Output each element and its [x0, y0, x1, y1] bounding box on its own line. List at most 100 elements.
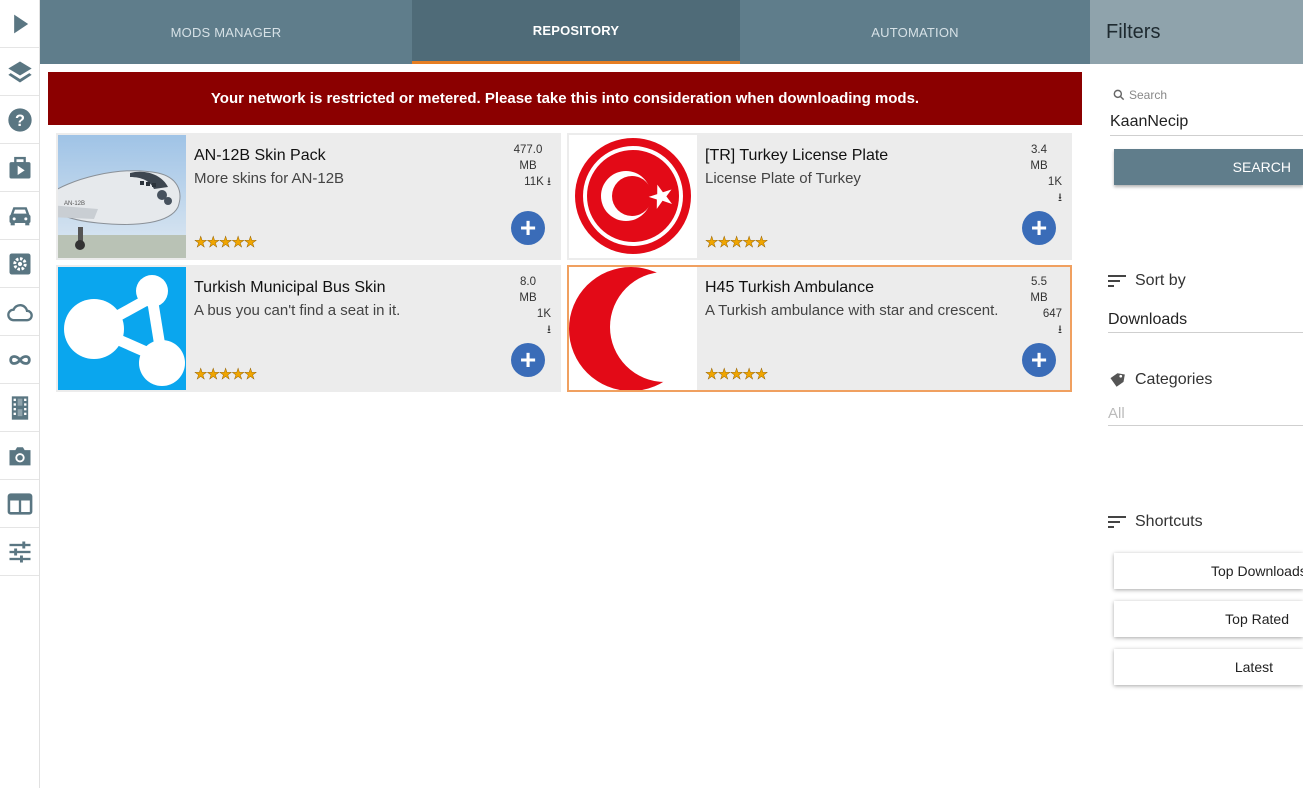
share-graph-thumbnail — [58, 267, 186, 390]
shortcut-label: Top Rated — [1225, 611, 1289, 627]
tab-bar: MODS MANAGER REPOSITORY AUTOMATION — [40, 0, 1090, 64]
filters-panel: Filters Search KaanNecip SEARCH Sort by … — [1090, 0, 1303, 788]
mod-downloads: 1K — [536, 308, 551, 320]
rail-vehicles[interactable] — [0, 192, 39, 240]
rail-help[interactable]: ? — [0, 96, 39, 144]
sort-by-label-row: Sort by — [1108, 272, 1186, 290]
mod-title: H45 Turkish Ambulance — [705, 279, 874, 296]
sort-icon — [1108, 275, 1126, 287]
sort-by-label: Sort by — [1135, 272, 1186, 289]
shortcut-top-downloads-button[interactable]: Top Downloads — [1114, 553, 1303, 589]
mod-stats: 477.0 MB 11K ⭳ — [503, 142, 553, 190]
rail-play[interactable] — [0, 0, 39, 48]
add-mod-button[interactable]: + — [511, 211, 545, 245]
mod-description: A bus you can't find a seat in it. — [194, 302, 401, 319]
mod-rating-stars: ★★★★★ — [705, 366, 769, 383]
mod-stats: 3.4 MB 1K ⭳ — [1014, 142, 1064, 206]
suitcase-icon — [9, 156, 30, 178]
rail-mods[interactable] — [0, 48, 39, 96]
sidebar-rail: ? — [0, 0, 40, 788]
filters-title: Filters — [1090, 0, 1303, 64]
shortcut-top-rated-button[interactable]: Top Rated — [1114, 601, 1303, 637]
mod-size: 477.0 — [513, 144, 543, 156]
download-icon: ⭳ — [1057, 192, 1062, 204]
mod-stats: 8.0 MB 1K ⭳ — [503, 274, 553, 338]
mod-title: AN-12B Skin Pack — [194, 147, 326, 164]
mod-size: 5.5 — [1031, 276, 1047, 288]
rail-freeroam[interactable] — [0, 336, 39, 384]
rail-settings[interactable] — [0, 528, 39, 576]
mod-stats: 5.5 MB 647 ⭳ — [1014, 274, 1064, 338]
sort-icon — [1108, 516, 1126, 528]
mod-title: [TR] Turkey License Plate — [705, 147, 889, 164]
tab-repository[interactable]: REPOSITORY — [412, 0, 740, 64]
mod-description: More skins for AN-12B — [194, 170, 345, 187]
plus-icon: + — [1030, 344, 1048, 375]
rail-options[interactable] — [0, 240, 39, 288]
svg-text:?: ? — [15, 111, 25, 129]
mod-card-an12b[interactable]: AN-12B AN-12B Skin Pack More skins for A… — [56, 133, 561, 260]
add-mod-button[interactable]: + — [511, 343, 545, 377]
categories-label-row: Categories — [1108, 371, 1212, 389]
mod-card-h45-ambulance[interactable]: H45 Turkish Ambulance A Turkish ambulanc… — [567, 265, 1072, 392]
search-label-row: Search — [1112, 88, 1167, 102]
sliders-icon — [9, 541, 30, 562]
tab-automation[interactable]: AUTOMATION — [740, 0, 1090, 64]
mod-card-turkey-plate[interactable]: [TR] Turkey License Plate License Plate … — [567, 133, 1072, 260]
mod-rating-stars: ★★★★★ — [194, 234, 258, 251]
svg-text:AN-12B: AN-12B — [64, 201, 85, 207]
mod-downloads: 1K — [1047, 176, 1062, 188]
network-warning-banner: Your network is restricted or metered. P… — [48, 72, 1082, 125]
rail-photo[interactable] — [0, 432, 39, 480]
mod-size: 3.4 — [1031, 144, 1047, 156]
rail-ui-apps[interactable] — [0, 480, 39, 528]
mod-rating-stars: ★★★★★ — [194, 366, 258, 383]
download-icon: ⭳ — [546, 176, 551, 188]
mod-thumbnail — [569, 267, 697, 390]
cloud-icon — [6, 303, 33, 321]
mod-size-unit: MB — [519, 292, 537, 304]
mod-thumbnail — [569, 135, 697, 258]
help-icon: ? — [7, 107, 32, 132]
dashboard-icon — [7, 492, 32, 515]
shortcut-latest-button[interactable]: Latest — [1114, 649, 1303, 685]
camera-icon — [9, 446, 30, 465]
shortcuts-label-row: Shortcuts — [1108, 513, 1203, 531]
add-mod-button[interactable]: + — [1022, 211, 1056, 245]
mod-thumbnail — [58, 267, 186, 390]
search-button[interactable]: SEARCH — [1114, 149, 1303, 185]
mod-card-municipal-bus[interactable]: Turkish Municipal Bus Skin A bus you can… — [56, 265, 561, 392]
play-icon — [13, 14, 28, 33]
search-icon — [1113, 89, 1125, 101]
shortcuts-label: Shortcuts — [1135, 513, 1203, 530]
infinity-icon — [8, 354, 31, 365]
layers-icon — [7, 61, 32, 82]
mod-thumbnail: AN-12B — [58, 135, 186, 258]
rail-online[interactable] — [0, 288, 39, 336]
mod-downloads: 647 — [1042, 308, 1062, 320]
mod-downloads: 11K — [524, 176, 544, 188]
mod-size: 8.0 — [520, 276, 536, 288]
search-input[interactable]: KaanNecip — [1110, 110, 1303, 136]
categories-label: Categories — [1135, 371, 1213, 388]
settings-icon — [9, 253, 30, 274]
plus-icon: + — [519, 212, 537, 243]
mod-size-unit: MB — [1030, 160, 1048, 172]
shortcut-label: Latest — [1234, 659, 1273, 675]
download-icon: ⭳ — [1057, 324, 1062, 336]
categories-select[interactable]: All — [1108, 405, 1303, 426]
sort-by-select[interactable]: Downloads — [1108, 311, 1303, 333]
mod-size-unit: MB — [519, 160, 537, 172]
crescent-thumbnail — [569, 267, 697, 390]
tab-mods-manager[interactable]: MODS MANAGER — [40, 0, 412, 64]
car-icon — [9, 206, 30, 225]
tag-icon — [1110, 373, 1125, 387]
mod-size-unit: MB — [1030, 292, 1048, 304]
rail-replay[interactable] — [0, 384, 39, 432]
add-mod-button[interactable]: + — [1022, 343, 1056, 377]
mod-title: Turkish Municipal Bus Skin — [194, 279, 386, 296]
plus-icon: + — [519, 344, 537, 375]
airplane-thumbnail: AN-12B — [58, 135, 186, 258]
rail-career[interactable] — [0, 144, 39, 192]
search-label: Search — [1129, 88, 1168, 102]
